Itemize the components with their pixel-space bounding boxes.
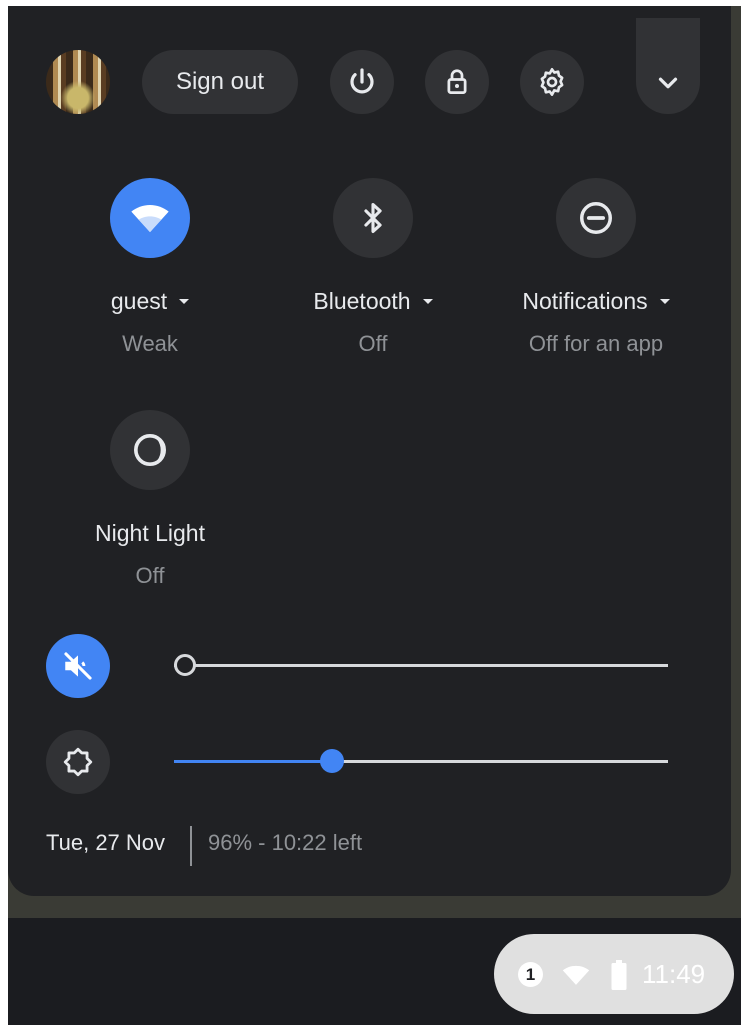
date-label[interactable]: Tue, 27 Nov: [46, 830, 165, 856]
user-avatar[interactable]: [46, 50, 110, 114]
notifications-label: Notifications: [522, 288, 648, 314]
brightness-slider-fill: [174, 760, 333, 763]
night-light-label: Night Light: [95, 520, 205, 546]
bluetooth-pod: Bluetooth Off: [273, 178, 473, 357]
bluetooth-dropdown[interactable]: Bluetooth: [273, 288, 473, 315]
wifi-icon: [131, 205, 169, 233]
network-pod: guest Weak: [50, 178, 250, 357]
bluetooth-status: Off: [358, 331, 388, 356]
volume-slider[interactable]: [174, 654, 668, 676]
network-label: guest: [110, 288, 168, 314]
wifi-icon: [562, 965, 590, 985]
network-dropdown[interactable]: guest: [50, 288, 250, 315]
brightness-slider-thumb[interactable]: [320, 749, 345, 773]
settings-button[interactable]: [520, 50, 584, 114]
notifications-pod: Notifications Off for an app: [496, 178, 696, 357]
night-light-toggle[interactable]: [110, 410, 190, 490]
network-toggle[interactable]: [110, 178, 190, 258]
lock-icon: [447, 69, 467, 94]
lock-button[interactable]: [425, 50, 489, 114]
network-status: Weak: [122, 331, 178, 356]
brightness-slider[interactable]: [174, 749, 668, 773]
night-light-pod: Night Light Off: [50, 410, 250, 589]
battery-icon: [611, 960, 627, 990]
do-not-disturb-icon: [580, 202, 612, 234]
caret-down-icon: [422, 299, 433, 304]
gear-icon: [540, 68, 564, 96]
battery-status: 96% - 10:22 left: [208, 830, 363, 855]
collapse-button[interactable]: [636, 18, 700, 114]
notifications-status: Off for an app: [528, 331, 664, 356]
brightness-icon: [63, 747, 93, 777]
chevron-down-icon: [658, 77, 678, 89]
footer-divider: [190, 826, 192, 866]
sign-out-label: Sign out: [175, 68, 265, 95]
mute-button[interactable]: [46, 634, 110, 698]
power-icon: [350, 68, 374, 94]
brightness-button: [46, 730, 110, 794]
clock: 11:49: [642, 959, 706, 989]
bluetooth-label: Bluetooth: [313, 288, 411, 314]
power-button[interactable]: [330, 50, 394, 114]
caret-down-icon: [179, 299, 190, 304]
volume-muted-icon: [64, 652, 92, 680]
caret-down-icon: [659, 299, 670, 304]
notifications-dropdown[interactable]: Notifications: [496, 288, 696, 315]
volume-slider-thumb[interactable]: [174, 654, 196, 676]
notification-count-badge: 1: [518, 962, 543, 987]
night-light-status: Off: [135, 563, 165, 588]
screen: Sign out guest Weak Bluetooth Off Notifi…: [0, 0, 741, 1025]
night-light-label-row: Night Light: [50, 520, 250, 547]
sign-out-button[interactable]: Sign out: [142, 50, 298, 114]
bluetooth-icon: [364, 202, 382, 234]
status-area[interactable]: 1 11:49: [494, 934, 734, 1014]
night-light-icon: [134, 434, 166, 466]
notifications-toggle[interactable]: [556, 178, 636, 258]
bluetooth-toggle[interactable]: [333, 178, 413, 258]
